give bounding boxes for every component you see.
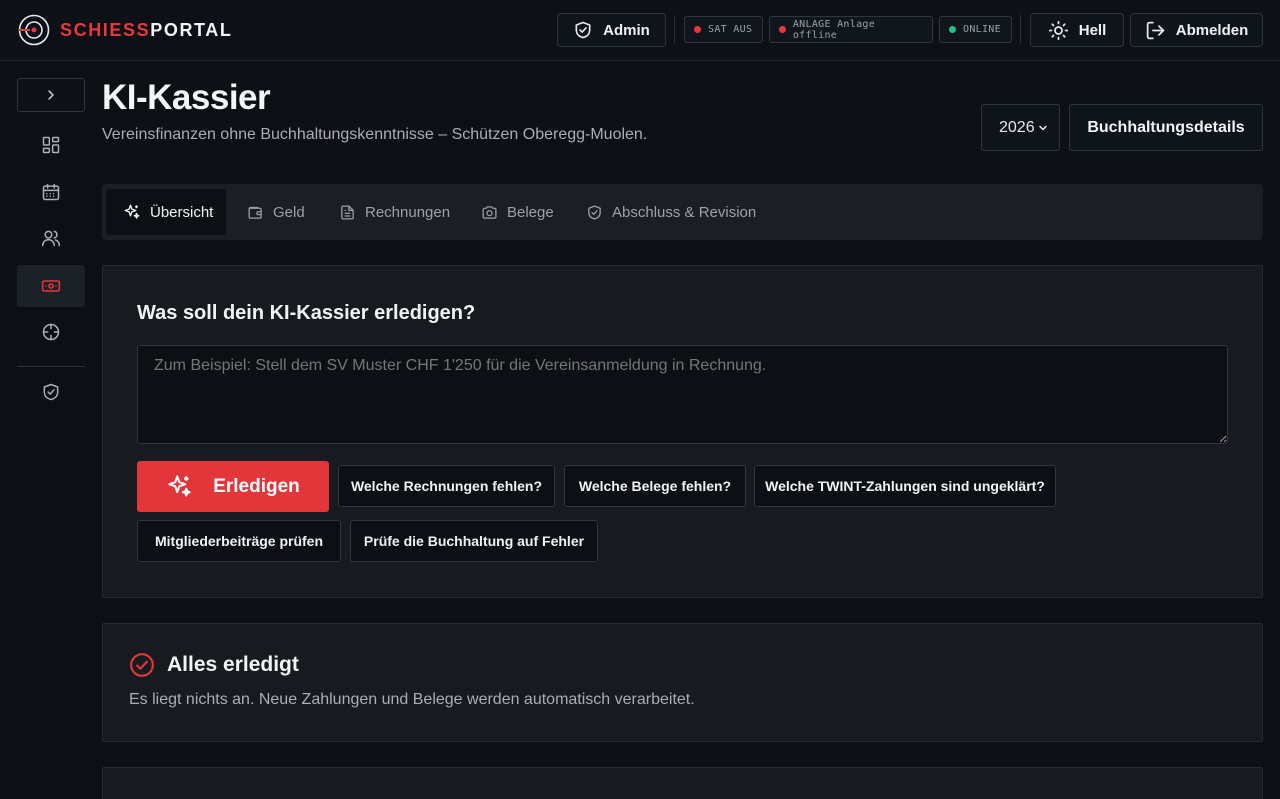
accounting-details-button[interactable]: Buchhaltungsdetails [1069,104,1263,151]
assistant-title: Was soll dein KI-Kassier erledigen? [137,302,476,324]
dashboard-grid-icon [41,135,61,155]
suggestion-missing-invoices[interactable]: Welche Rechnungen fehlen? [338,465,555,507]
tab-closing-revision[interactable]: Abschluss & Revision [569,189,773,235]
status-dot-icon [779,26,786,33]
admin-button[interactable]: Admin [557,13,666,47]
calendar-icon [41,182,61,202]
shield-check-icon [41,382,61,402]
tab-receipts[interactable]: Belege [464,189,571,235]
assistant-prompt-input[interactable] [137,345,1228,444]
target-logo-icon [18,14,50,46]
submit-button[interactable]: Erledigen [137,461,329,512]
tab-bar: Übersicht Geld Rechnungen Belege Abschlu… [102,184,1263,240]
status-badge-label: SAT AUS [708,24,753,35]
status-badge-online: ONLINE [939,16,1012,43]
sidebar-item-calendar[interactable] [17,171,85,213]
year-select-value: 2026 [999,118,1035,136]
year-select[interactable]: 2026 [981,104,1060,151]
shield-check-icon [573,20,593,40]
top-bar: SCHIESSPORTAL Admin SAT AUS ANLAGE Anlag… [0,0,1280,61]
sidebar-divider [17,366,85,367]
crosshair-icon [41,322,61,342]
admin-label: Admin [603,21,650,39]
sidebar-item-dashboard[interactable] [17,124,85,166]
next-card [102,767,1263,799]
banknote-icon [41,276,61,296]
sidebar-toggle-button[interactable] [17,78,85,112]
suggestion-unclear-twint[interactable]: Welche TWINT-Zahlungen sind ungeklärt? [754,465,1056,507]
document-icon [339,204,356,221]
tab-invoices[interactable]: Rechnungen [322,189,467,235]
tab-overview[interactable]: Übersicht [106,189,226,235]
logout-button[interactable]: Abmelden [1130,13,1263,47]
sidebar-item-shooting[interactable] [17,311,85,353]
assistant-card: Was soll dein KI-Kassier erledigen? Erle… [102,265,1263,598]
status-badge-sat: SAT AUS [684,16,763,43]
chevron-down-icon [1037,122,1049,134]
tab-label: Belege [507,203,554,221]
logout-icon [1145,20,1166,41]
sidebar [0,61,102,799]
status-badge-label: ANLAGE Anlage offline [792,18,876,41]
page-subtitle: Vereinsfinanzen ohne Buchhaltungskenntni… [102,126,648,143]
status-dot-icon [949,26,956,33]
tab-label: Übersicht [150,203,214,221]
logout-label: Abmelden [1175,21,1249,39]
wallet-icon [247,204,264,221]
status-badge-anlage: ANLAGE Anlage offline [769,16,933,43]
suggestion-missing-receipts[interactable]: Welche Belege fehlen? [564,465,746,507]
divider [674,15,675,44]
theme-toggle-button[interactable]: Hell [1030,13,1124,47]
divider [1020,15,1021,44]
sidebar-item-finances[interactable] [17,265,85,307]
status-text: Es liegt nichts an. Neue Zahlungen und B… [129,691,695,708]
sparkles-icon [166,473,193,500]
status-dot-icon [694,26,701,33]
tab-money[interactable]: Geld [230,189,322,235]
logo[interactable]: SCHIESSPORTAL [18,14,233,46]
sun-icon [1048,20,1069,41]
status-title: Alles erledigt [167,653,299,676]
page-title: KI-Kassier [102,78,271,117]
check-circle-icon [129,652,155,678]
tab-label: Geld [273,203,305,221]
submit-label: Erledigen [213,475,300,497]
sidebar-item-members[interactable] [17,217,85,259]
sidebar-item-admin[interactable] [17,371,85,413]
status-badge-label: ONLINE [963,24,1001,35]
camera-icon [481,204,498,221]
shield-check-icon [586,204,603,221]
users-icon [41,228,61,248]
chevron-right-icon [43,87,59,103]
theme-label: Hell [1078,21,1107,39]
suggestion-check-accounting[interactable]: Prüfe die Buchhaltung auf Fehler [350,520,598,562]
tab-label: Rechnungen [365,203,451,221]
logo-text: SCHIESSPORTAL [60,19,233,40]
suggestion-member-fees[interactable]: Mitgliederbeiträge prüfen [137,520,341,562]
tab-label: Abschluss & Revision [612,203,757,221]
sparkles-icon [123,203,141,221]
status-card: Alles erledigt Es liegt nichts an. Neue … [102,623,1263,742]
